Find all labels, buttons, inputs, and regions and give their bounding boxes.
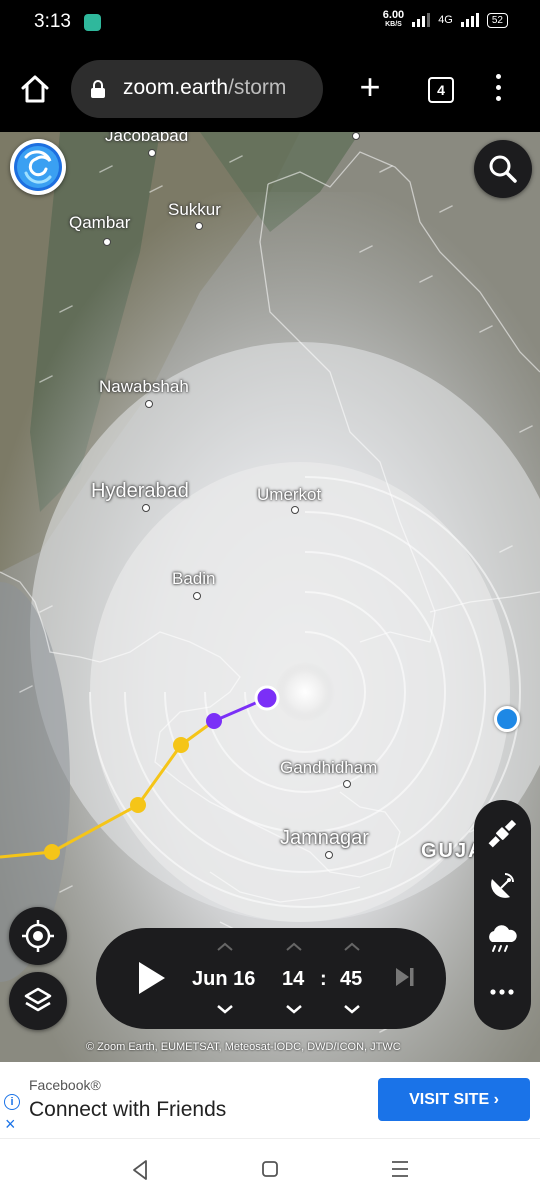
status-bar: 3:13 6.00 KB/S 4G 52 [0, 0, 540, 46]
radar-button[interactable] [474, 865, 531, 905]
search-button[interactable] [474, 140, 532, 198]
precipitation-button[interactable] [474, 918, 531, 958]
chevron-right-icon: › [493, 1091, 499, 1108]
ad-close-icon[interactable]: × [5, 1114, 16, 1135]
locate-button[interactable] [9, 907, 67, 965]
ad-info-icon[interactable]: i [4, 1094, 20, 1110]
city-dot [142, 504, 150, 512]
back-icon[interactable] [130, 1159, 150, 1181]
layers-button[interactable] [9, 972, 67, 1030]
city-dot [343, 780, 351, 788]
more-layers-button[interactable] [474, 972, 531, 1012]
city-dot [352, 132, 360, 140]
network-speed: 6.00 KB/S [383, 10, 404, 30]
lock-icon [91, 80, 105, 98]
city-dot [103, 238, 111, 246]
chevron-up-icon[interactable] [216, 942, 234, 952]
timeline-minute[interactable]: 45 [340, 968, 362, 991]
timeline-controls: Jun 16 14 : 45 [96, 928, 446, 1029]
browser-menu-button[interactable] [492, 74, 504, 104]
city-qambar: Qambar [69, 213, 131, 232]
crosshair-icon [22, 920, 54, 952]
recents-icon[interactable] [390, 1160, 410, 1178]
city-nawabshah: Nawabshah [99, 377, 189, 396]
chevron-down-icon[interactable] [216, 1004, 234, 1014]
visit-site-button[interactable]: VISIT SITE › [378, 1078, 530, 1121]
city-jacobabad: Jacobabad [105, 132, 189, 145]
home-icon[interactable] [20, 74, 50, 104]
search-icon [489, 155, 517, 183]
status-indicators: 6.00 KB/S 4G 52 [383, 10, 508, 30]
system-nav-bar [0, 1138, 540, 1201]
chevron-down-icon[interactable] [285, 1004, 303, 1014]
city-sukkur: Sukkur [168, 200, 221, 219]
satellite-imagery [0, 132, 540, 1062]
chevron-up-icon[interactable] [343, 942, 361, 952]
visit-site-label: VISIT SITE [409, 1091, 490, 1108]
city-jamnagar: Jamnagar [280, 827, 369, 849]
ad-source: Facebook® [29, 1077, 101, 1093]
skip-forward-button[interactable] [394, 965, 416, 989]
tab-switcher-button[interactable]: 4 [428, 77, 454, 103]
city-dot [195, 222, 203, 230]
radar-icon [491, 873, 514, 898]
city-dot [291, 506, 299, 514]
user-location-marker [494, 706, 520, 732]
battery-icon: 52 [486, 12, 508, 28]
chevron-up-icon[interactable] [285, 942, 303, 952]
city-dot [193, 592, 201, 600]
layers-icon [24, 987, 52, 1012]
signal-icon-2 [460, 13, 479, 27]
ad-banner[interactable]: i × Facebook® Connect with Friends VISIT… [0, 1062, 540, 1138]
city-dot [145, 400, 153, 408]
play-button[interactable] [136, 960, 168, 996]
status-time: 3:13 [34, 11, 71, 32]
signal-icon [412, 13, 431, 27]
network-type: 4G [438, 14, 453, 26]
new-tab-button[interactable]: + [354, 69, 386, 105]
browser-toolbar: zoom.earth/storm + 4 [0, 46, 540, 132]
rain-cloud-icon [489, 925, 517, 952]
timeline-hour[interactable]: 14 [282, 968, 304, 991]
url-host: zoom.earth [123, 76, 229, 99]
more-icon [490, 989, 514, 995]
zoom-earth-logo[interactable] [10, 139, 66, 195]
city-gandhidham: Gandhidham [280, 758, 378, 777]
city-dot [325, 851, 333, 859]
satellite-icon [488, 819, 517, 848]
network-speed-unit: KB/S [385, 21, 402, 28]
chevron-down-icon[interactable] [343, 1004, 361, 1014]
timeline-separator: : [320, 968, 327, 990]
timeline-date[interactable]: Jun 16 [192, 968, 255, 991]
ad-title[interactable]: Connect with Friends [29, 1098, 226, 1122]
app-notification-icon [84, 14, 101, 31]
map-attribution: © Zoom Earth, EUMETSAT, Meteosat-IODC, D… [86, 1041, 401, 1053]
satellite-button[interactable] [474, 814, 531, 854]
city-hyderabad: Hyderabad [91, 480, 189, 502]
address-bar[interactable]: zoom.earth/storm [71, 60, 323, 118]
storm-map[interactable]: Jacobabad Qambar Sukkur Nawabshah Hydera… [0, 132, 540, 1062]
zoom-earth-logo-icon [14, 143, 62, 191]
layer-panel [474, 800, 531, 1030]
url-text: zoom.earth/storm [123, 76, 286, 100]
city-dot [148, 149, 156, 157]
home-nav-icon[interactable] [261, 1160, 279, 1178]
city-umerkot: Umerkot [257, 485, 322, 504]
city-badin: Badin [172, 569, 216, 588]
url-path: /storm [228, 76, 287, 99]
